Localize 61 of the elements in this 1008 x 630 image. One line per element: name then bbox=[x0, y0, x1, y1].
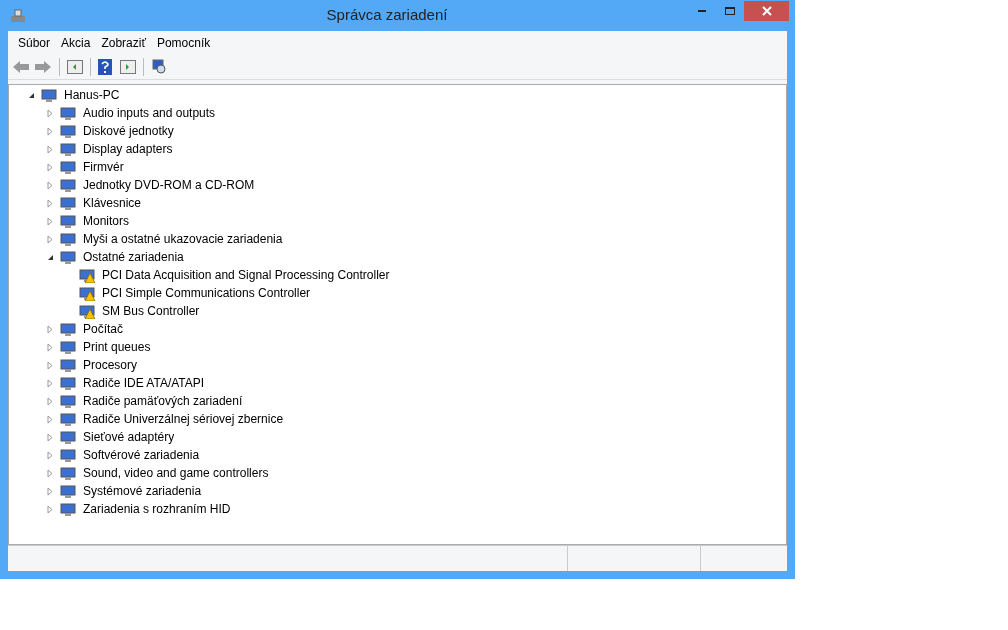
tree-item-label[interactable]: Myši a ostatné ukazovacie zariadenia bbox=[80, 230, 283, 248]
device-icon bbox=[60, 357, 76, 373]
device-icon bbox=[60, 465, 76, 481]
device-icon bbox=[60, 177, 76, 193]
tree-item-label[interactable]: SM Bus Controller bbox=[99, 302, 200, 320]
minimize-icon bbox=[698, 9, 706, 12]
device-icon bbox=[60, 213, 76, 229]
device-icon bbox=[60, 501, 76, 517]
tree-item-label[interactable]: PCI Data Acquisition and Signal Processing Controller bbox=[99, 266, 390, 284]
tree-item-label[interactable]: Firmvér bbox=[80, 158, 124, 176]
device-icon bbox=[60, 339, 76, 355]
menu-item[interactable]: Zobraziť bbox=[101, 34, 146, 52]
tree-item-label[interactable]: Display adapters bbox=[80, 140, 173, 158]
device-icon bbox=[41, 87, 57, 103]
tree-item-label[interactable]: Radiče Univerzálnej sériovej zbernice bbox=[80, 410, 284, 428]
device-icon bbox=[60, 321, 76, 337]
tree-item-label[interactable]: Monitors bbox=[80, 212, 129, 230]
device-icon bbox=[60, 249, 76, 265]
device-icon bbox=[60, 483, 76, 499]
tree-item-label[interactable]: Jednotky DVD-ROM a CD-ROM bbox=[80, 176, 255, 194]
device-icon bbox=[60, 105, 76, 121]
back-arrow-icon[interactable] bbox=[12, 60, 30, 74]
maximize-icon bbox=[725, 6, 735, 15]
window-title: Správca zariadení bbox=[325, 5, 449, 26]
tree-item-label[interactable]: Systémové zariadenia bbox=[80, 482, 202, 500]
device-icon bbox=[60, 375, 76, 391]
menu-item[interactable]: Súbor bbox=[18, 34, 51, 52]
tree-item-label[interactable]: Print queues bbox=[80, 338, 151, 356]
tree-item-label[interactable]: Radiče pamäťových zariadení bbox=[80, 392, 243, 410]
scan-hardware-icon[interactable] bbox=[151, 59, 167, 75]
tree-item-label[interactable]: Radiče IDE ATA/ATAPI bbox=[80, 374, 205, 392]
tree-item-label[interactable]: Procesory bbox=[80, 356, 138, 374]
panel-icon[interactable] bbox=[67, 60, 83, 74]
close-button[interactable] bbox=[744, 0, 789, 21]
menu-item[interactable]: Pomocník bbox=[156, 34, 211, 52]
menu-item[interactable]: Akcia bbox=[61, 34, 91, 52]
device-icon bbox=[60, 447, 76, 463]
tree-item-label[interactable]: Ostatné zariadenia bbox=[80, 248, 184, 266]
device-icon bbox=[60, 123, 76, 139]
device-icon bbox=[60, 393, 76, 409]
device-icon bbox=[60, 411, 76, 427]
close-icon bbox=[761, 5, 772, 16]
tree-item-label[interactable]: Klávesnice bbox=[80, 194, 142, 212]
device-icon bbox=[60, 159, 76, 175]
device-icon bbox=[60, 429, 76, 445]
forward-arrow-icon[interactable] bbox=[34, 60, 52, 74]
tree-item-label[interactable]: PCI Simple Communications Controller bbox=[99, 284, 311, 302]
panel-icon[interactable] bbox=[120, 60, 136, 74]
tree-item-label[interactable]: Zariadenia s rozhraním HID bbox=[80, 500, 231, 518]
computer-icon bbox=[10, 7, 26, 24]
device-icon bbox=[60, 141, 76, 157]
tree-item-label[interactable]: Softvérové zariadenia bbox=[80, 446, 200, 464]
help-icon[interactable] bbox=[98, 59, 112, 75]
tree-item-label[interactable]: Hanus-PC bbox=[61, 86, 120, 104]
device-icon bbox=[60, 231, 76, 247]
tree-item-label[interactable]: Počítač bbox=[80, 320, 124, 338]
tree-item-label[interactable]: Sieťové adaptéry bbox=[80, 428, 175, 446]
tree-item-label[interactable]: Audio inputs and outputs bbox=[80, 104, 216, 122]
tree-item-label[interactable]: Sound, video and game controllers bbox=[80, 464, 269, 482]
device-icon bbox=[60, 195, 76, 211]
tree-item-label[interactable]: Diskové jednotky bbox=[80, 122, 174, 140]
